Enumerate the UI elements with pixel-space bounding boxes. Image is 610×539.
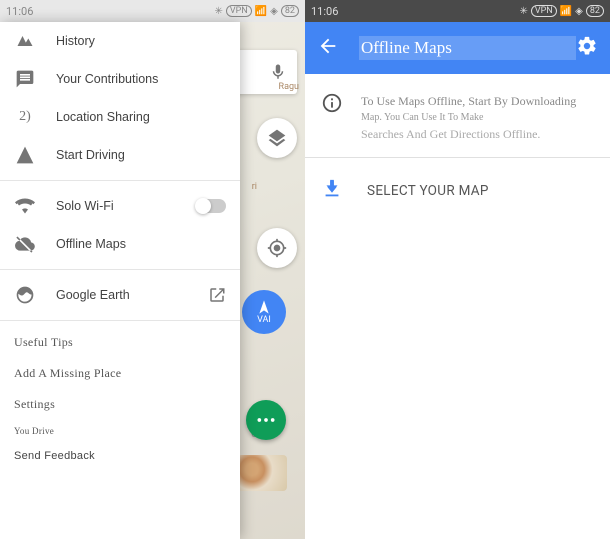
menu-wifi-only[interactable]: Solo Wi-Fi [0, 187, 240, 225]
appbar-title: Offline Maps [359, 36, 576, 60]
menu-divider [0, 320, 240, 321]
wifi-icon [14, 195, 36, 217]
google-earth-icon [14, 284, 36, 306]
menu-label: Solo Wi-Fi [56, 199, 114, 213]
status-time: 11:06 [311, 5, 338, 18]
menu-contributions[interactable]: Your Contributions [0, 60, 240, 98]
more-fab-button[interactable] [246, 400, 286, 440]
menu-label: Location Sharing [56, 110, 150, 124]
vpn-badge: VPN [226, 5, 252, 17]
driving-icon [14, 144, 36, 166]
menu-label: Offline Maps [56, 237, 126, 251]
info-line3: Searches And Get Directions Offline. [361, 125, 576, 143]
bluetooth-icon: ✳ [214, 6, 222, 17]
menu-settings[interactable]: Settings [0, 389, 240, 420]
select-map-label: SELECT YOUR MAP [367, 183, 489, 199]
back-button[interactable] [317, 35, 339, 61]
select-your-map-button[interactable]: SELECT YOUR MAP [305, 158, 610, 224]
map-place-label: ri [252, 182, 257, 192]
battery-indicator: 82 [586, 5, 604, 17]
status-bar-right: 11:06 ✳ VPN 📶 ◈ 82 [305, 0, 610, 22]
bluetooth-icon: ✳ [519, 6, 527, 17]
mic-icon[interactable] [269, 63, 287, 81]
settings-button[interactable] [576, 35, 598, 61]
menu-start-driving[interactable]: Start Driving [0, 136, 240, 174]
location-sharing-icon: 2) [14, 106, 36, 128]
wifi-only-toggle[interactable] [196, 199, 226, 213]
menu-send-feedback[interactable]: Send Feedback [0, 442, 240, 470]
my-location-button[interactable] [257, 228, 297, 268]
menu-google-earth[interactable]: Google Earth [0, 276, 240, 314]
history-icon [14, 30, 36, 52]
launch-icon [208, 286, 226, 304]
info-line1: To Use Maps Offline, Start By Downloadin… [361, 92, 576, 110]
wifi-icon: ◈ [270, 6, 278, 17]
go-navigation-button[interactable]: VAI [242, 290, 286, 334]
contributions-icon [14, 68, 36, 90]
place-photo-thumbnail[interactable] [237, 455, 287, 491]
layers-button[interactable] [257, 118, 297, 158]
info-line2: Map. You Can Use It To Make [361, 110, 576, 125]
signal-icon: 📶 [255, 6, 267, 17]
app-bar: Offline Maps [305, 22, 610, 74]
menu-location-sharing[interactable]: 2) Location Sharing [0, 98, 240, 136]
menu-label: Your Contributions [56, 72, 158, 86]
menu-label: Google Earth [56, 288, 130, 302]
offline-maps-icon [14, 233, 36, 255]
menu-useful-tips[interactable]: Useful Tips [0, 327, 240, 358]
download-icon [321, 178, 345, 204]
menu-divider [0, 180, 240, 181]
info-section: To Use Maps Offline, Start By Downloadin… [305, 74, 610, 157]
menu-label: Start Driving [56, 148, 125, 162]
navigation-drawer: History Your Contributions 2) Location S… [0, 22, 240, 539]
info-icon [321, 92, 343, 114]
menu-you-drive[interactable]: You Drive [0, 420, 240, 442]
info-text: To Use Maps Offline, Start By Downloadin… [361, 92, 576, 143]
status-time: 11:06 [6, 5, 33, 18]
status-bar-left: 11:06 ✳ VPN 📶 ◈ 82 [0, 0, 305, 22]
go-label: VAI [257, 315, 271, 325]
map-place-label: Ragu [279, 82, 299, 92]
vpn-badge: VPN [531, 5, 557, 17]
menu-add-missing-place[interactable]: Add A Missing Place [0, 358, 240, 389]
battery-indicator: 82 [281, 5, 299, 17]
menu-divider [0, 269, 240, 270]
menu-label: History [56, 34, 95, 48]
wifi-icon: ◈ [575, 6, 583, 17]
signal-icon: 📶 [560, 6, 572, 17]
menu-offline-maps[interactable]: Offline Maps [0, 225, 240, 263]
menu-history[interactable]: History [0, 22, 240, 60]
